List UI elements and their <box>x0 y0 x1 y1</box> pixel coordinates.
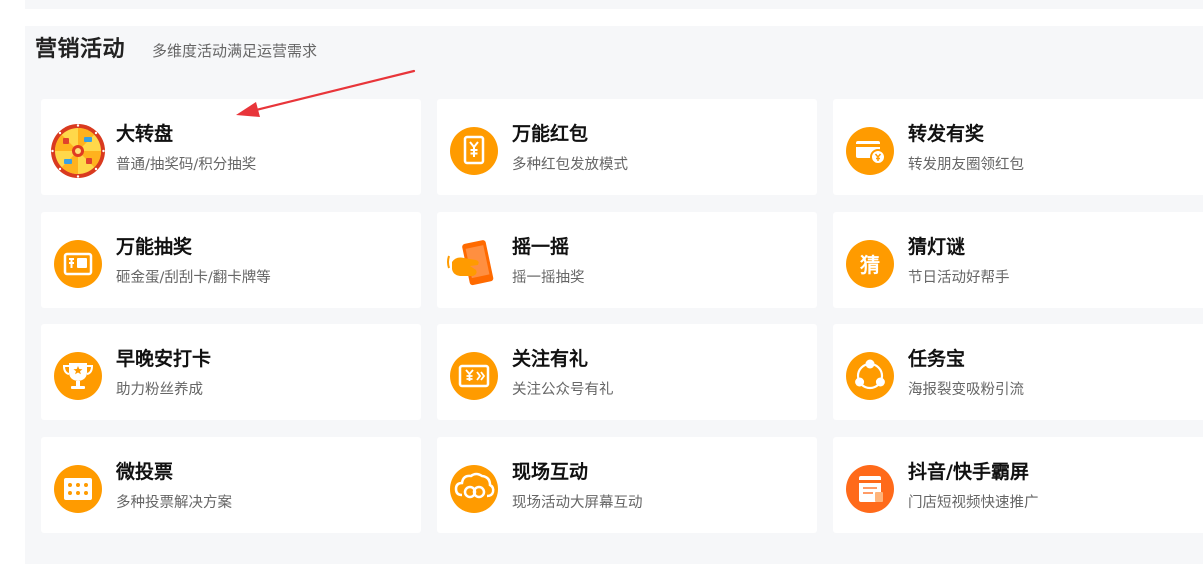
activity-desc: 多种红包发放模式 <box>512 157 628 173</box>
activity-title: 早晚安打卡 <box>116 348 212 370</box>
activity-title: 摇一摇 <box>512 236 570 258</box>
red-envelope-icon <box>446 123 502 179</box>
trophy-icon <box>50 348 106 404</box>
activity-desc: 现场活动大屏幕互动 <box>512 495 643 511</box>
short-video-icon <box>842 461 898 517</box>
activity-desc: 砸金蛋/刮刮卡/翻卡牌等 <box>116 270 271 286</box>
riddle-icon: 猜 <box>842 236 898 292</box>
activity-desc: 海报裂变吸粉引流 <box>908 382 1024 398</box>
activity-desc: 摇一摇抽奖 <box>512 270 585 286</box>
activity-title: 猜灯谜 <box>908 236 966 258</box>
activity-card-voting[interactable]: 微投票 多种投票解决方案 <box>41 437 421 533</box>
activity-card-shake[interactable]: 摇一摇 摇一摇抽奖 <box>437 212 817 308</box>
activity-title: 抖音/快手霸屏 <box>908 461 1029 483</box>
activity-title: 万能抽奖 <box>116 236 193 258</box>
activity-desc: 节日活动好帮手 <box>908 270 1010 286</box>
previous-section-strip <box>25 0 1203 9</box>
activity-desc: 助力粉丝养成 <box>116 382 203 398</box>
section-title: 营销活动 <box>35 37 126 62</box>
phone-shake-icon <box>446 236 502 292</box>
activity-card-live-interaction[interactable]: 现场互动 现场活动大屏幕互动 <box>437 437 817 533</box>
activity-card-prize-wheel[interactable]: 大转盘 普通/抽奖码/积分抽奖 <box>41 99 421 195</box>
activity-desc: 关注公众号有礼 <box>512 382 614 398</box>
activity-card-daily-checkin[interactable]: 早晚安打卡 助力粉丝养成 <box>41 324 421 420</box>
activity-card-red-envelope[interactable]: 万能红包 多种红包发放模式 <box>437 99 817 195</box>
scratch-card-icon <box>50 236 106 292</box>
activity-title: 现场互动 <box>512 461 589 483</box>
riddle-glyph: 猜 <box>859 253 880 277</box>
activity-title: 任务宝 <box>908 348 966 370</box>
activity-title: 微投票 <box>116 461 174 483</box>
activity-card-follow-gift[interactable]: 关注有礼 关注公众号有礼 <box>437 324 817 420</box>
activity-card-task-treasure[interactable]: 任务宝 海报裂变吸粉引流 <box>833 324 1203 420</box>
prize-wheel-icon <box>50 123 106 179</box>
activity-card-share-reward[interactable]: 转发有奖 转发朋友圈领红包 <box>833 99 1203 195</box>
task-network-icon <box>842 348 898 404</box>
follow-gift-icon <box>446 348 502 404</box>
vote-icon <box>50 461 106 517</box>
live-interaction-icon <box>446 461 502 517</box>
marketing-activities-panel: 营销活动 多维度活动满足运营需求 大转盘 普通/抽奖码/积分抽奖 万能红包 多种… <box>25 26 1203 564</box>
activity-title: 大转盘 <box>116 123 174 145</box>
activity-title: 万能红包 <box>512 123 589 145</box>
activity-desc: 普通/抽奖码/积分抽奖 <box>116 157 257 173</box>
activity-desc: 转发朋友圈领红包 <box>908 157 1024 173</box>
activity-card-universal-lottery[interactable]: 万能抽奖 砸金蛋/刮刮卡/翻卡牌等 <box>41 212 421 308</box>
share-reward-icon <box>842 123 898 179</box>
activity-desc: 多种投票解决方案 <box>116 495 232 511</box>
activity-card-short-video[interactable]: 抖音/快手霸屏 门店短视频快速推广 <box>833 437 1203 533</box>
activity-desc: 门店短视频快速推广 <box>908 495 1039 511</box>
section-subtitle: 多维度活动满足运营需求 <box>152 42 318 60</box>
activity-title: 关注有礼 <box>512 348 589 370</box>
activity-card-lantern-riddle[interactable]: 猜 猜灯谜 节日活动好帮手 <box>833 212 1203 308</box>
activity-title: 转发有奖 <box>908 123 985 145</box>
